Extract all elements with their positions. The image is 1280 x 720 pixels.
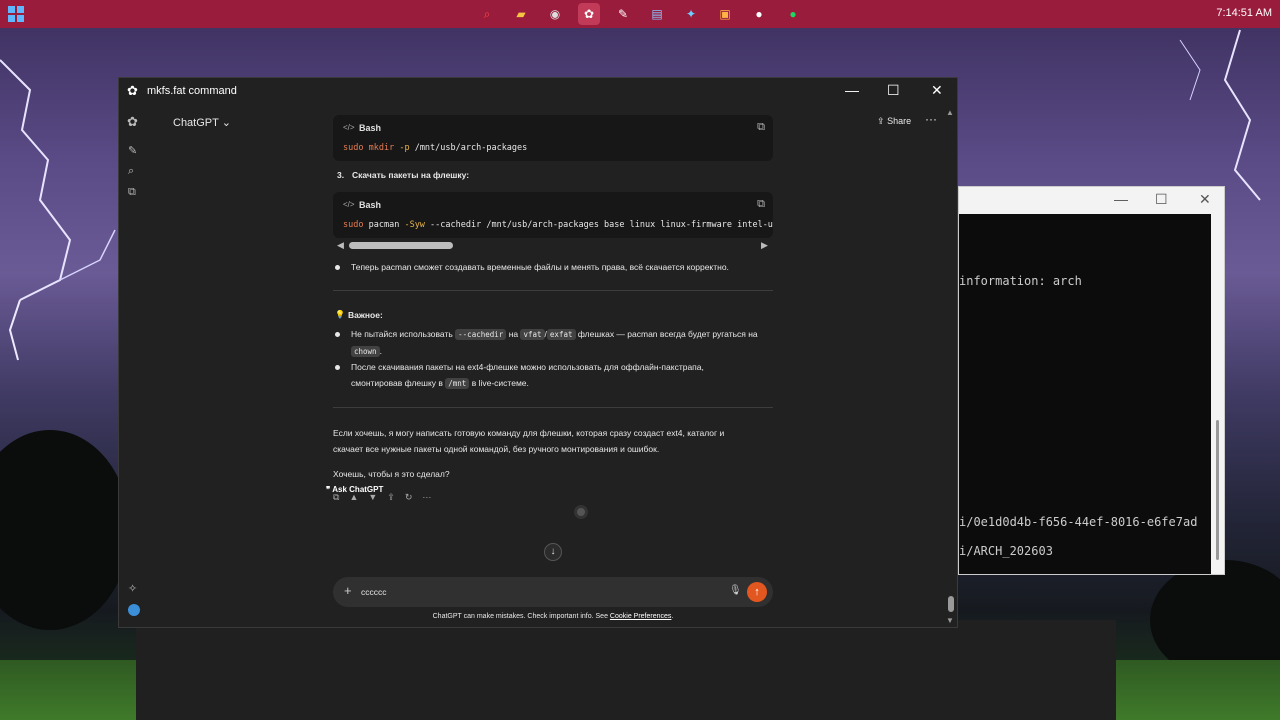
- prompt-input[interactable]: [361, 585, 701, 599]
- paint-icon[interactable]: ✦: [680, 3, 702, 25]
- scroll-up-icon[interactable]: ▲: [946, 108, 954, 117]
- terminal-line: information: arch: [959, 274, 1082, 288]
- terminal-window[interactable]: — ☐ ✕ information: arch i/0e1d0d4b-f656-…: [958, 186, 1225, 575]
- regenerate-icon[interactable]: ↻: [405, 492, 413, 503]
- send-button[interactable]: ↑: [747, 582, 767, 602]
- sidebar: ✿ ✎ ⌕ ⧉ ✧: [119, 104, 149, 627]
- avatar[interactable]: [128, 604, 140, 616]
- microphone-icon[interactable]: 🎙: [729, 585, 742, 596]
- copy-icon[interactable]: ⧉: [757, 198, 765, 211]
- search-icon[interactable]: ⌕: [128, 165, 134, 178]
- more-icon[interactable]: ···: [422, 492, 431, 503]
- code-horizontal-scrollbar[interactable]: ◀ ▶: [335, 240, 773, 252]
- maximize-icon[interactable]: ☐: [1155, 191, 1168, 208]
- close-button[interactable]: ✕: [931, 82, 943, 99]
- cookie-preferences-link[interactable]: Cookie Preferences: [610, 613, 671, 620]
- step-text: Скачать пакеты на флешку:: [352, 170, 470, 180]
- code-icon: </>: [343, 123, 355, 132]
- bullet: [335, 265, 340, 270]
- model-label: ChatGPT: [173, 117, 219, 129]
- share-icon[interactable]: ⇪: [387, 492, 395, 503]
- bullet-text: chown.: [351, 343, 382, 360]
- bullet-text: смонтировав флешку в /mnt в live-системе…: [351, 378, 529, 389]
- model-selector[interactable]: ChatGPT ⌄: [173, 116, 231, 129]
- file-explorer-icon[interactable]: ▰: [510, 3, 532, 25]
- code-language: Bash: [359, 123, 382, 133]
- thumbs-down-icon[interactable]: ▼: [368, 492, 377, 503]
- step-number: 3.: [337, 170, 345, 180]
- paragraph: Если хочешь, я могу написать готовую ком…: [333, 428, 725, 438]
- code-language: Bash: [359, 200, 382, 210]
- chevron-down-icon: ⌄: [221, 117, 231, 129]
- minimize-button[interactable]: —: [845, 82, 859, 98]
- loading-indicator: [574, 505, 588, 519]
- scroll-left-icon[interactable]: ◀: [337, 240, 344, 251]
- paragraph: скачает все нужные пакеты одной командой…: [333, 444, 660, 454]
- code-icon: </>: [343, 200, 355, 209]
- terminal-line: i/0e1d0d4b-f656-44ef-8016-e6fe7ad: [959, 515, 1198, 529]
- library-icon[interactable]: ⧉: [128, 186, 136, 199]
- chatgpt-logo-icon[interactable]: ✿: [127, 114, 138, 130]
- scroll-thumb[interactable]: [948, 596, 954, 612]
- message-actions: ⧉ ▲ ▼ ⇪ ↻ ···: [333, 492, 431, 503]
- obs-icon[interactable]: ◉: [544, 3, 566, 25]
- scroll-down-icon[interactable]: ▼: [946, 616, 954, 625]
- code-block: </> Bash ⧉ sudo pacman -Syw --cachedir /mn…: [333, 192, 773, 238]
- sparkle-icon[interactable]: ✧: [128, 582, 137, 595]
- start-button[interactable]: [8, 6, 24, 22]
- spotify-icon[interactable]: ●: [782, 3, 804, 25]
- minimize-icon[interactable]: —: [1114, 191, 1128, 207]
- background-window: [136, 620, 1116, 720]
- divider: [333, 407, 773, 408]
- close-icon[interactable]: ✕: [1199, 191, 1211, 208]
- terminal-line: i/ARCH_202603: [959, 544, 1053, 558]
- code-text[interactable]: sudo pacman -Syw --cachedir /mnt/usb/arc…: [333, 214, 773, 236]
- terminal-scrollbar[interactable]: [1216, 420, 1219, 560]
- copy-icon[interactable]: ⧉: [757, 121, 765, 134]
- plus-icon[interactable]: +: [344, 583, 352, 598]
- code-text[interactable]: sudo mkdir -p /mnt/usb/arch-packages: [333, 137, 773, 159]
- titlebar: ✿ mkfs.fat command — ☐ ✕: [119, 78, 957, 104]
- bullet: [335, 365, 340, 370]
- github-icon[interactable]: ●: [748, 3, 770, 25]
- share-label: Share: [887, 116, 912, 126]
- gallery-icon[interactable]: ▣: [714, 3, 736, 25]
- composer: + 🎙 ↑: [333, 577, 773, 607]
- vertical-scrollbar[interactable]: ▲ ▼: [945, 104, 957, 627]
- notepad-icon[interactable]: ▤: [646, 3, 668, 25]
- scroll-down-button[interactable]: ↓: [544, 543, 562, 561]
- share-icon: ⇪: [877, 116, 885, 126]
- window-title: mkfs.fat command: [147, 85, 237, 97]
- copy-icon[interactable]: ⧉: [333, 492, 339, 503]
- thumbs-up-icon[interactable]: ▲: [349, 492, 358, 503]
- scroll-thumb[interactable]: [349, 242, 453, 249]
- maximize-button[interactable]: ☐: [887, 82, 900, 99]
- quote-icon: ❞: [326, 485, 331, 494]
- search-icon[interactable]: ⌕: [476, 3, 498, 25]
- paragraph: Хочешь, чтобы я это сделал?: [333, 469, 450, 479]
- bullet-text: Не пытайся использовать --cachedir на vf…: [351, 329, 758, 340]
- share-button[interactable]: ⇪ Share: [877, 116, 911, 127]
- chatgpt-logo-icon: ✿: [127, 83, 138, 98]
- disclaimer: ChatGPT can make mistakes. Check importa…: [432, 613, 674, 620]
- bullet-text: После скачивания пакеты на ext4-флешке м…: [351, 362, 704, 372]
- chatgpt-icon[interactable]: ✿: [578, 3, 600, 25]
- important-heading: Важное:: [348, 310, 383, 320]
- important-icon: 💡: [335, 310, 345, 319]
- code-block: </> Bash ⧉ sudo mkdir -p /mnt/usb/arch-pac…: [333, 115, 773, 161]
- clock[interactable]: 7:14:51 AM: [1216, 7, 1272, 19]
- new-chat-icon[interactable]: ✎: [128, 144, 137, 157]
- bullet: [335, 332, 340, 337]
- terminal-titlebar: — ☐ ✕: [959, 187, 1224, 213]
- scroll-right-icon[interactable]: ▶: [761, 240, 768, 251]
- bullet-text: Теперь pacman сможет создавать временные…: [351, 262, 729, 272]
- taskbar: ⌕ ▰ ◉ ✿ ✎ ▤ ✦ ▣ ● ● 7:14:51 AM: [0, 0, 1280, 28]
- divider: [333, 290, 773, 291]
- more-options-button[interactable]: ···: [925, 112, 937, 126]
- pin-tool-icon[interactable]: ✎: [612, 3, 634, 25]
- chatgpt-window: ✿ mkfs.fat command — ☐ ✕ ✿ ✎ ⌕ ⧉ ✧ ChatG…: [118, 77, 958, 628]
- terminal-output[interactable]: information: arch i/0e1d0d4b-f656-44ef-8…: [959, 214, 1211, 574]
